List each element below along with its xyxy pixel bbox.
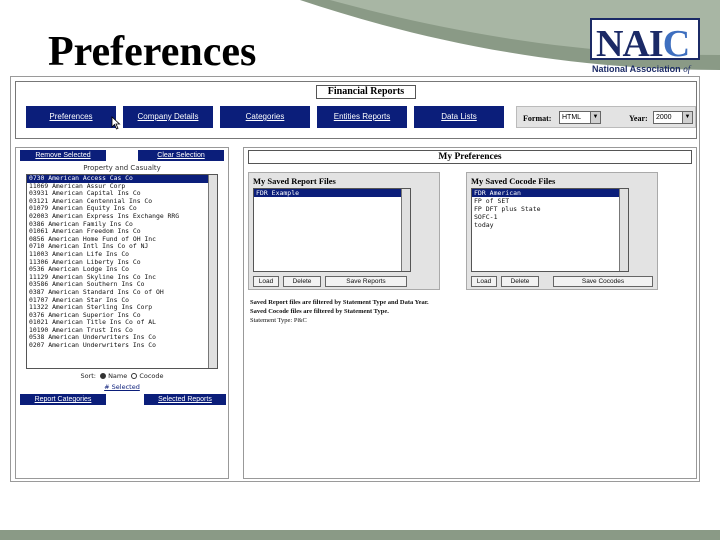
company-list-item[interactable]: 03931 American Capital Ins Co	[27, 190, 217, 198]
save-cocodes-button[interactable]: Save Cocodes	[553, 276, 653, 287]
bottom-decor-bar	[0, 530, 720, 540]
company-list-item[interactable]: 0730 American Access Cas Co	[27, 175, 217, 183]
company-list-item[interactable]: 11322 American Sterling Ins Corp	[27, 304, 217, 312]
sort-cocode-radio[interactable]	[131, 373, 138, 379]
company-list-item[interactable]: 10190 American Trust Ins Co	[27, 327, 217, 335]
preferences-title: My Preferences	[248, 150, 692, 164]
company-list-item[interactable]: 0386 American Family Ins Co	[27, 221, 217, 229]
company-list-item[interactable]: 0536 American Lodge Ins Co	[27, 266, 217, 274]
chevron-down-icon[interactable]: ▼	[590, 112, 600, 123]
company-list-item[interactable]: 0387 American Standard Ins Co of OH	[27, 289, 217, 297]
saved-report-files-box: My Saved Report Files FDR Example Load D…	[248, 172, 440, 290]
filter-notes: Saved Report files are filtered by State…	[250, 298, 550, 325]
panel-title: Financial Reports	[316, 85, 416, 99]
app-window: Financial Reports Preferences Company De…	[10, 76, 700, 482]
sort-cocode-label: Cocode	[139, 372, 164, 380]
note-statement-type: Statement Type: P&C	[250, 317, 307, 324]
year-select[interactable]: 2000 ▼	[653, 111, 693, 124]
saved-report-files-title: My Saved Report Files	[253, 176, 336, 186]
company-list-item[interactable]: 01707 American Star Ins Co	[27, 297, 217, 305]
company-list-item[interactable]: 0207 American Underwriters Ins Co	[27, 342, 217, 350]
delete-cocode-button[interactable]: Delete	[501, 276, 539, 287]
clear-selection-button[interactable]: Clear Selection	[138, 150, 224, 161]
logo-subtitle: National Association of	[592, 64, 691, 74]
company-list-item[interactable]: 0710 American Intl Ins Co of NJ	[27, 243, 217, 251]
nav-entities-reports[interactable]: Entities Reports	[317, 106, 407, 128]
save-reports-button[interactable]: Save Reports	[325, 276, 407, 287]
format-year-area: Format: HTML ▼ Year: 2000 ▼	[516, 106, 696, 128]
mouse-cursor-icon	[111, 116, 121, 130]
cocode-file-item[interactable]: FP of SET	[472, 197, 628, 205]
sort-options: Sort: Name Cocode	[16, 372, 228, 380]
year-select-value: 2000	[656, 114, 672, 121]
note-cocode-filter: Saved Cocode files are filtered by State…	[250, 308, 389, 315]
load-report-button[interactable]: Load	[253, 276, 279, 287]
company-list-item[interactable]: 02003 American Express Ins Exchange RRG	[27, 213, 217, 221]
nav-preferences[interactable]: Preferences	[26, 106, 116, 128]
format-select-value: HTML	[562, 114, 582, 121]
saved-report-files-list[interactable]: FDR Example	[253, 188, 411, 272]
preferences-panel: My Preferences My Saved Report Files FDR…	[243, 147, 697, 479]
saved-cocode-files-title: My Saved Cocode Files	[471, 176, 556, 186]
remove-selected-button[interactable]: Remove Selected	[20, 150, 106, 161]
company-list-item[interactable]: 11129 American Skyline Ins Co Inc	[27, 274, 217, 282]
nav-data-lists[interactable]: Data Lists	[414, 106, 504, 128]
selected-count-link[interactable]: # Selected	[16, 383, 228, 391]
company-list-item[interactable]: 11003 American Life Ins Co	[27, 251, 217, 259]
scrollbar[interactable]	[401, 189, 410, 271]
naic-logo: NAIC National Association of	[590, 18, 700, 80]
sort-label: Sort:	[80, 372, 96, 380]
company-panel: Remove Selected Clear Selection Property…	[15, 147, 229, 479]
format-label: Format:	[523, 114, 552, 123]
company-list-item[interactable]: 0856 American Home Fund of OH Inc	[27, 236, 217, 244]
note-report-filter: Saved Report files are filtered by State…	[250, 299, 429, 306]
company-list-item[interactable]: 01061 American Freedom Ins Co	[27, 228, 217, 236]
sort-name-radio[interactable]	[100, 373, 107, 379]
report-categories-button[interactable]: Report Categories	[20, 394, 106, 405]
saved-cocode-files-box: My Saved Cocode Files FDR American FP of …	[466, 172, 658, 290]
financial-reports-panel: Financial Reports Preferences Company De…	[15, 81, 697, 139]
sort-name-label: Name	[108, 372, 128, 380]
logo-mark: NAIC	[596, 23, 690, 65]
company-list-item[interactable]: 03586 American Southern Ins Co	[27, 281, 217, 289]
company-list-item[interactable]: 11306 American Liberty Ins Co	[27, 259, 217, 267]
cocode-file-item[interactable]: FDR American	[472, 189, 628, 197]
delete-report-button[interactable]: Delete	[283, 276, 321, 287]
selected-reports-button[interactable]: Selected Reports	[144, 394, 226, 405]
cocode-file-item[interactable]: SOFC-1	[472, 213, 628, 221]
company-listbox[interactable]: 0730 American Access Cas Co 11069 America…	[26, 174, 218, 369]
nav-categories[interactable]: Categories	[220, 106, 310, 128]
company-list-item[interactable]: 0376 American Superior Ins Co	[27, 312, 217, 320]
report-file-item[interactable]: FDR Example	[254, 189, 410, 197]
slide-title: Preferences	[48, 29, 257, 75]
cocode-file-item[interactable]: today	[472, 221, 628, 229]
nav-bar: Preferences Company Details Categories E…	[22, 106, 522, 128]
company-list-item[interactable]: 03121 American Centennial Ins Co	[27, 198, 217, 206]
statement-type-label: Property and Casualty	[83, 164, 161, 172]
format-select[interactable]: HTML ▼	[559, 111, 601, 124]
company-list-item[interactable]: 01079 American Equity Ins Co	[27, 205, 217, 213]
scrollbar[interactable]	[619, 189, 628, 271]
year-label: Year:	[629, 114, 648, 123]
company-list-item[interactable]: 11069 American Assur Corp	[27, 183, 217, 191]
company-list-item[interactable]: 0538 American Underwriters Ins Co	[27, 334, 217, 342]
load-cocode-button[interactable]: Load	[471, 276, 497, 287]
logo-mark-box: NAIC	[590, 18, 700, 65]
cocode-file-item[interactable]: FP DFT plus State	[472, 205, 628, 213]
nav-company-details[interactable]: Company Details	[123, 106, 213, 128]
chevron-down-icon[interactable]: ▼	[682, 112, 692, 123]
scrollbar[interactable]	[208, 175, 217, 368]
company-list-item[interactable]: 01021 American Title Ins Co of AL	[27, 319, 217, 327]
saved-cocode-files-list[interactable]: FDR American FP of SET FP DFT plus State SO…	[471, 188, 629, 272]
